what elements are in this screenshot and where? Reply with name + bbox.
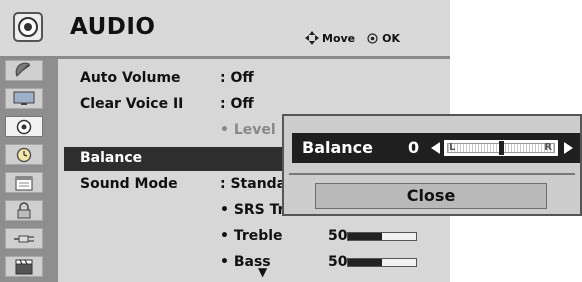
input-plug-icon [14,235,34,242]
balance-slider-thumb[interactable] [499,141,504,155]
bass-level-bar[interactable] [347,258,417,267]
clear-voice-label[interactable]: Clear Voice II [80,96,183,112]
balance-label: Balance [80,150,143,166]
speaker-audio-icon [13,12,43,42]
treble-item[interactable]: • Treble [220,228,283,244]
bass-level-fill [348,259,382,266]
sidebar-item-picture[interactable] [5,88,43,109]
treble-level-bar[interactable] [347,232,417,241]
sound-mode-label[interactable]: Sound Mode [80,176,178,192]
calendar-icon [15,176,33,190]
sidebar-item-time[interactable] [5,144,43,165]
sidebar-item-option[interactable] [5,172,43,193]
slider-left-label: L [449,142,456,153]
navigation-hints: Move OK [305,31,400,45]
sidebar-item-input[interactable] [5,228,43,249]
ok-hint: OK [367,32,400,45]
ok-hint-label: OK [382,31,401,45]
clock-icon [16,147,32,162]
menu-header: AUDIO Move OK [0,0,450,56]
tv-screen-icon [13,91,35,105]
move-hint-label: Move [322,31,356,45]
satellite-dish-icon [15,62,31,77]
level-item: • Level [220,122,276,138]
clear-voice-value: : Off [220,96,254,112]
scroll-down-arrow-icon[interactable]: ▼ [258,265,267,279]
page-title: AUDIO [70,14,156,40]
popup-balance-label: Balance [302,138,373,157]
close-button[interactable]: Close [315,183,547,209]
speaker-audio-icon [16,119,32,134]
auto-volume-value: : Off [220,70,254,86]
sidebar-item-audio[interactable] [5,116,43,137]
slider-right-label: R [544,142,552,153]
move-arrows-icon [305,31,319,45]
auto-volume-label[interactable]: Auto Volume [80,70,181,86]
sidebar-item-lock[interactable] [5,200,43,221]
balance-control-bar[interactable]: Balance 0 L R [292,133,580,163]
popup-balance-value: 0 [408,138,420,157]
ok-button-icon [367,32,378,44]
film-clapboard-icon [15,259,33,275]
popup-divider [289,173,575,175]
treble-value: 50 [328,228,348,244]
arrow-left-icon[interactable] [431,142,440,154]
category-sidebar [0,59,58,282]
balance-slider[interactable]: L R [444,140,558,156]
treble-level-fill [348,233,382,240]
bass-value: 50 [328,254,348,270]
sidebar-item-setup[interactable] [5,60,43,81]
lock-icon [17,202,31,219]
sidebar-item-media[interactable] [5,256,43,277]
balance-popup: Balance 0 L R Close [282,114,582,216]
arrow-right-icon[interactable] [564,142,573,154]
